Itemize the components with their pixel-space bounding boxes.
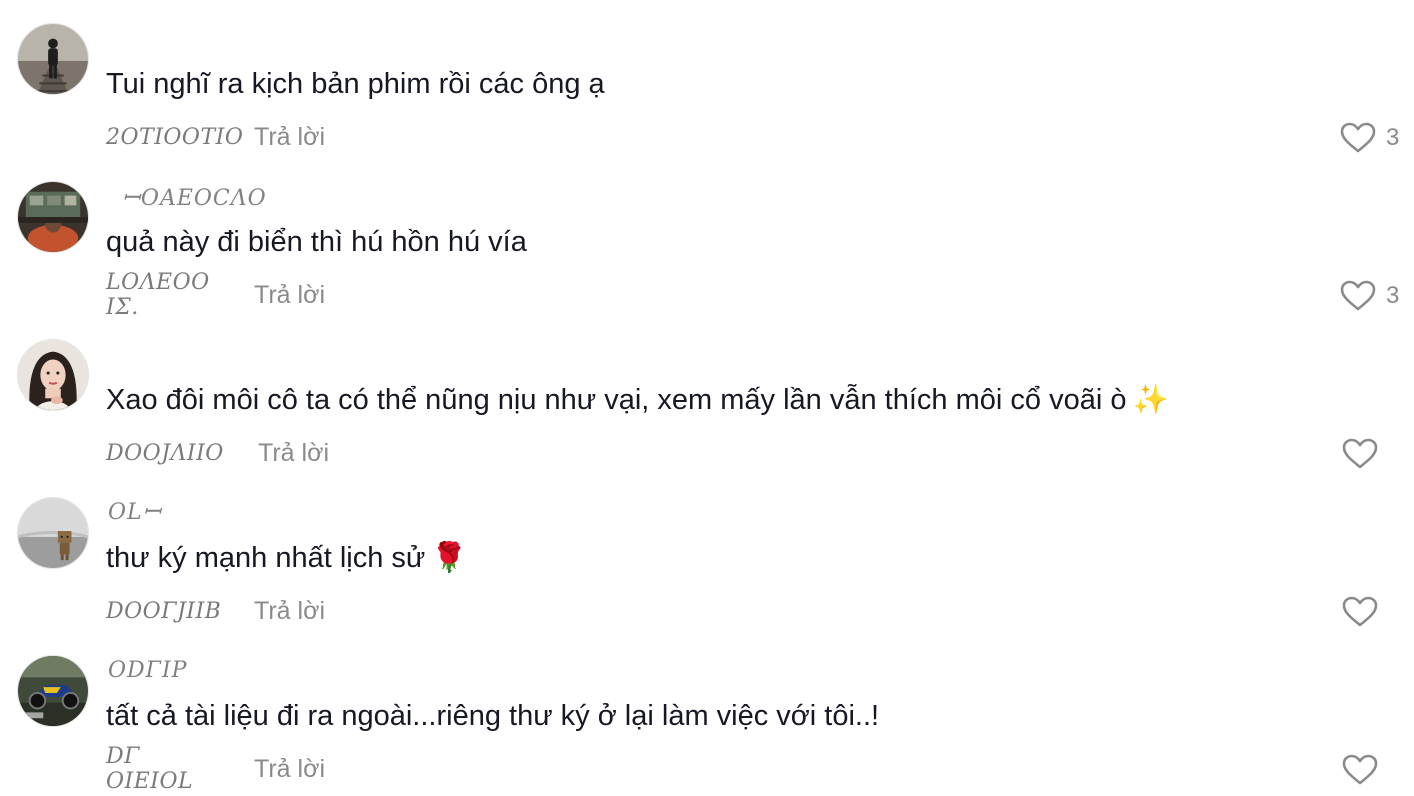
heart-outline-icon xyxy=(1342,754,1378,785)
comment-text: Xao đôi môi cô ta có thể nũng nịu như vạ… xyxy=(106,382,1169,418)
reply-button[interactable]: Trả lời xyxy=(254,281,325,310)
comment-item: Xao đôi môi cô ta có thể nũng nịu như vạ… xyxy=(0,316,1414,474)
like-button[interactable] xyxy=(1342,753,1378,787)
comment-text: quả này đi biển thì hú hồn hú vía xyxy=(106,224,527,260)
like-count: 3 xyxy=(1386,282,1400,309)
comment-text-content: quả này đi biển thì hú hồn hú vía xyxy=(106,226,527,258)
comment-text-content: tất cả tài liệu đi ra ngoài...riêng thư … xyxy=(106,700,880,732)
comment-text-content: thư ký mạnh nhất lịch sử xyxy=(106,542,426,574)
figure-at-desk-avatar xyxy=(18,182,88,252)
comment-username[interactable]: ꟷOAEOCΛO xyxy=(122,186,267,212)
person-walking-on-railway-avatar xyxy=(18,24,88,94)
comment-text: thư ký mạnh nhất lịch sử 🌹 xyxy=(106,540,467,576)
comment-text-content: Tui nghĩ ra kịch bản phim rồi các ông ạ xyxy=(106,68,605,100)
comment-item: Tui nghĩ ra kịch bản phim rồi các ông ạ … xyxy=(0,0,1414,158)
woman-portrait-avatar xyxy=(18,340,88,410)
comment-meta: DOOΓJIIB Trả lời xyxy=(106,596,325,626)
like-button[interactable] xyxy=(1342,437,1378,471)
heart-outline-icon xyxy=(1340,122,1376,153)
comment-text-content: Xao đôi môi cô ta có thể nũng nịu như vạ… xyxy=(106,384,1127,416)
rose-emoji-icon: 🌹 xyxy=(431,542,468,574)
comment-username[interactable]: OLꟷ xyxy=(108,500,162,526)
reply-button[interactable]: Trả lời xyxy=(254,755,325,784)
like-button[interactable]: 3 xyxy=(1340,279,1402,313)
comment-date: DΓ OIEIOL xyxy=(106,744,194,794)
reply-button[interactable]: Trả lời xyxy=(254,597,325,626)
comment-meta: LOΛEOO IΣ. Trả lời xyxy=(106,270,325,320)
reply-button[interactable]: Trả lời xyxy=(258,439,329,468)
comment-text: Tui nghĩ ra kịch bản phim rồi các ông ạ xyxy=(106,66,605,102)
heart-outline-icon xyxy=(1342,596,1378,627)
avatar[interactable] xyxy=(17,655,89,727)
comment-username[interactable]: ODΓIP xyxy=(108,658,187,684)
comment-date: DOOΓJIIB xyxy=(106,598,222,624)
comment-date: DOOJΛIIO xyxy=(106,440,224,466)
comment-meta: DΓ OIEIOL Trả lời xyxy=(106,744,325,794)
comment-date: LOΛEOO IΣ. xyxy=(106,270,210,320)
comment-meta: 2OTIOOTIO Trả lời xyxy=(106,122,325,152)
avatar[interactable] xyxy=(17,497,89,569)
motorbike-photo-avatar xyxy=(18,656,88,726)
reply-button[interactable]: Trả lời xyxy=(254,123,325,152)
sparkles-emoji-icon: ✨ xyxy=(1132,384,1169,416)
comment-date: 2OTIOOTIO xyxy=(106,124,244,150)
like-count: 3 xyxy=(1386,124,1400,151)
heart-outline-icon xyxy=(1342,438,1378,469)
avatar[interactable] xyxy=(17,339,89,411)
comment-item: ODΓIP tất cả tài liệu đi ra ngoài...riên… xyxy=(0,632,1414,794)
comment-item: OLꟷ thư ký mạnh nhất lịch sử 🌹 DOOΓJIIB T… xyxy=(0,474,1414,632)
like-button[interactable] xyxy=(1342,595,1378,629)
avatar[interactable] xyxy=(17,23,89,95)
cardboard-robot-avatar xyxy=(18,498,88,568)
comment-item: ꟷOAEOCΛO quả này đi biển thì hú hồn hú v… xyxy=(0,158,1414,320)
heart-outline-icon xyxy=(1340,280,1376,311)
comment-meta: DOOJΛIIO Trả lời xyxy=(106,438,329,468)
avatar[interactable] xyxy=(17,181,89,253)
like-button[interactable]: 3 xyxy=(1340,121,1402,155)
comment-text: tất cả tài liệu đi ra ngoài...riêng thư … xyxy=(106,698,879,734)
